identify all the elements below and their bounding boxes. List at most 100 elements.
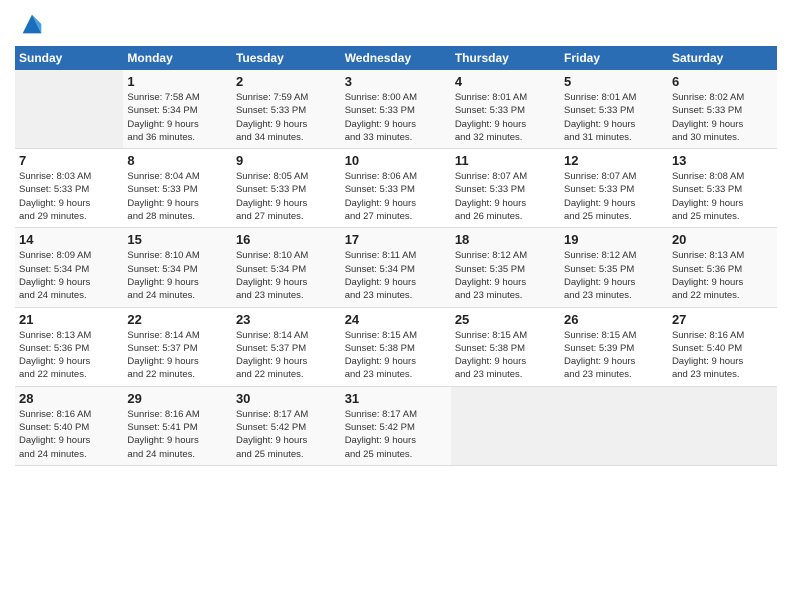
calendar-cell: 11 Sunrise: 8:07 AMSunset: 5:33 PMDayligh… [451,149,560,228]
col-header-sunday: Sunday [15,46,123,70]
calendar-cell: 19 Sunrise: 8:12 AMSunset: 5:35 PMDayligh… [560,228,668,307]
day-number: 11 [455,153,556,168]
day-info: Sunrise: 8:07 AMSunset: 5:33 PMDaylight:… [455,170,556,223]
day-info: Sunrise: 8:07 AMSunset: 5:33 PMDaylight:… [564,170,664,223]
logo [15,10,46,38]
col-header-wednesday: Wednesday [341,46,451,70]
day-number: 4 [455,74,556,89]
col-header-thursday: Thursday [451,46,560,70]
day-info: Sunrise: 8:14 AMSunset: 5:37 PMDaylight:… [127,329,228,382]
day-info: Sunrise: 8:16 AMSunset: 5:40 PMDaylight:… [672,329,773,382]
day-number: 8 [127,153,228,168]
day-number: 2 [236,74,337,89]
calendar-cell: 21 Sunrise: 8:13 AMSunset: 5:36 PMDayligh… [15,307,123,386]
day-number: 26 [564,312,664,327]
calendar-cell: 24Sunrise: 8:15 AMSunset: 5:38 PMDayligh… [341,307,451,386]
day-number: 15 [127,232,228,247]
day-info: Sunrise: 8:16 AMSunset: 5:40 PMDaylight:… [19,408,119,461]
calendar-cell: 9 Sunrise: 8:05 AMSunset: 5:33 PMDaylight… [232,149,341,228]
day-number: 20 [672,232,773,247]
day-number: 17 [345,232,447,247]
day-number: 7 [19,153,119,168]
day-number: 21 [19,312,119,327]
day-number: 12 [564,153,664,168]
day-info: Sunrise: 8:17 AMSunset: 5:42 PMDaylight:… [345,408,447,461]
day-info: Sunrise: 8:05 AMSunset: 5:33 PMDaylight:… [236,170,337,223]
calendar-cell: 7 Sunrise: 8:03 AMSunset: 5:33 PMDaylight… [15,149,123,228]
day-info: Sunrise: 8:08 AMSunset: 5:33 PMDaylight:… [672,170,773,223]
day-number: 1 [127,74,228,89]
calendar-cell: 14Sunrise: 8:09 AMSunset: 5:34 PMDayligh… [15,228,123,307]
day-number: 5 [564,74,664,89]
day-number: 19 [564,232,664,247]
calendar-cell: 16 Sunrise: 8:10 AMSunset: 5:34 PMDayligh… [232,228,341,307]
calendar-cell: 17Sunrise: 8:11 AMSunset: 5:34 PMDayligh… [341,228,451,307]
day-info: Sunrise: 8:01 AMSunset: 5:33 PMDaylight:… [564,91,664,144]
day-info: Sunrise: 8:12 AMSunset: 5:35 PMDaylight:… [564,249,664,302]
main-container: SundayMondayTuesdayWednesdayThursdayFrid… [0,0,792,476]
calendar-cell [560,386,668,465]
calendar-cell: 4 Sunrise: 8:01 AMSunset: 5:33 PMDaylight… [451,70,560,149]
day-info: Sunrise: 8:13 AMSunset: 5:36 PMDaylight:… [19,329,119,382]
day-number: 29 [127,391,228,406]
day-info: Sunrise: 8:12 AMSunset: 5:35 PMDaylight:… [455,249,556,302]
day-number: 3 [345,74,447,89]
day-number: 22 [127,312,228,327]
day-info: Sunrise: 8:09 AMSunset: 5:34 PMDaylight:… [19,249,119,302]
day-info: Sunrise: 8:06 AMSunset: 5:33 PMDaylight:… [345,170,447,223]
calendar-cell: 29 Sunrise: 8:16 AMSunset: 5:41 PMDayligh… [123,386,232,465]
calendar-cell: 26 Sunrise: 8:15 AMSunset: 5:39 PMDayligh… [560,307,668,386]
day-info: Sunrise: 8:15 AMSunset: 5:39 PMDaylight:… [564,329,664,382]
calendar-cell [451,386,560,465]
col-header-saturday: Saturday [668,46,777,70]
day-info: Sunrise: 8:15 AMSunset: 5:38 PMDaylight:… [455,329,556,382]
calendar-cell: 15 Sunrise: 8:10 AMSunset: 5:34 PMDayligh… [123,228,232,307]
day-number: 23 [236,312,337,327]
calendar-cell: 31 Sunrise: 8:17 AMSunset: 5:42 PMDayligh… [341,386,451,465]
day-info: Sunrise: 8:16 AMSunset: 5:41 PMDaylight:… [127,408,228,461]
day-number: 31 [345,391,447,406]
day-info: Sunrise: 8:02 AMSunset: 5:33 PMDaylight:… [672,91,773,144]
day-info: Sunrise: 7:58 AMSunset: 5:34 PMDaylight:… [127,91,228,144]
col-header-friday: Friday [560,46,668,70]
calendar-cell: 23 Sunrise: 8:14 AMSunset: 5:37 PMDayligh… [232,307,341,386]
day-info: Sunrise: 8:10 AMSunset: 5:34 PMDaylight:… [127,249,228,302]
week-row-1: 7 Sunrise: 8:03 AMSunset: 5:33 PMDaylight… [15,149,777,228]
calendar-table: SundayMondayTuesdayWednesdayThursdayFrid… [15,46,777,466]
calendar-cell: 22 Sunrise: 8:14 AMSunset: 5:37 PMDayligh… [123,307,232,386]
calendar-cell: 13 Sunrise: 8:08 AMSunset: 5:33 PMDayligh… [668,149,777,228]
day-info: Sunrise: 8:10 AMSunset: 5:34 PMDaylight:… [236,249,337,302]
col-header-tuesday: Tuesday [232,46,341,70]
day-info: Sunrise: 7:59 AMSunset: 5:33 PMDaylight:… [236,91,337,144]
day-number: 16 [236,232,337,247]
day-info: Sunrise: 8:04 AMSunset: 5:33 PMDaylight:… [127,170,228,223]
day-number: 9 [236,153,337,168]
day-number: 10 [345,153,447,168]
calendar-cell [668,386,777,465]
calendar-cell: 5 Sunrise: 8:01 AMSunset: 5:33 PMDaylight… [560,70,668,149]
calendar-cell: 12 Sunrise: 8:07 AMSunset: 5:33 PMDayligh… [560,149,668,228]
calendar-cell: 25Sunrise: 8:15 AMSunset: 5:38 PMDayligh… [451,307,560,386]
calendar-cell: 6 Sunrise: 8:02 AMSunset: 5:33 PMDaylight… [668,70,777,149]
col-header-monday: Monday [123,46,232,70]
day-number: 6 [672,74,773,89]
header-row: SundayMondayTuesdayWednesdayThursdayFrid… [15,46,777,70]
day-info: Sunrise: 8:14 AMSunset: 5:37 PMDaylight:… [236,329,337,382]
day-number: 28 [19,391,119,406]
day-number: 27 [672,312,773,327]
day-number: 18 [455,232,556,247]
calendar-cell: 28 Sunrise: 8:16 AMSunset: 5:40 PMDayligh… [15,386,123,465]
week-row-0: 1 Sunrise: 7:58 AMSunset: 5:34 PMDaylight… [15,70,777,149]
day-info: Sunrise: 8:00 AMSunset: 5:33 PMDaylight:… [345,91,447,144]
day-info: Sunrise: 8:15 AMSunset: 5:38 PMDaylight:… [345,329,447,382]
day-info: Sunrise: 8:01 AMSunset: 5:33 PMDaylight:… [455,91,556,144]
calendar-cell: 8 Sunrise: 8:04 AMSunset: 5:33 PMDaylight… [123,149,232,228]
calendar-cell: 1 Sunrise: 7:58 AMSunset: 5:34 PMDaylight… [123,70,232,149]
calendar-cell: 18 Sunrise: 8:12 AMSunset: 5:35 PMDayligh… [451,228,560,307]
day-info: Sunrise: 8:13 AMSunset: 5:36 PMDaylight:… [672,249,773,302]
day-info: Sunrise: 8:03 AMSunset: 5:33 PMDaylight:… [19,170,119,223]
calendar-cell: 20 Sunrise: 8:13 AMSunset: 5:36 PMDayligh… [668,228,777,307]
day-number: 13 [672,153,773,168]
calendar-cell [15,70,123,149]
week-row-2: 14Sunrise: 8:09 AMSunset: 5:34 PMDayligh… [15,228,777,307]
